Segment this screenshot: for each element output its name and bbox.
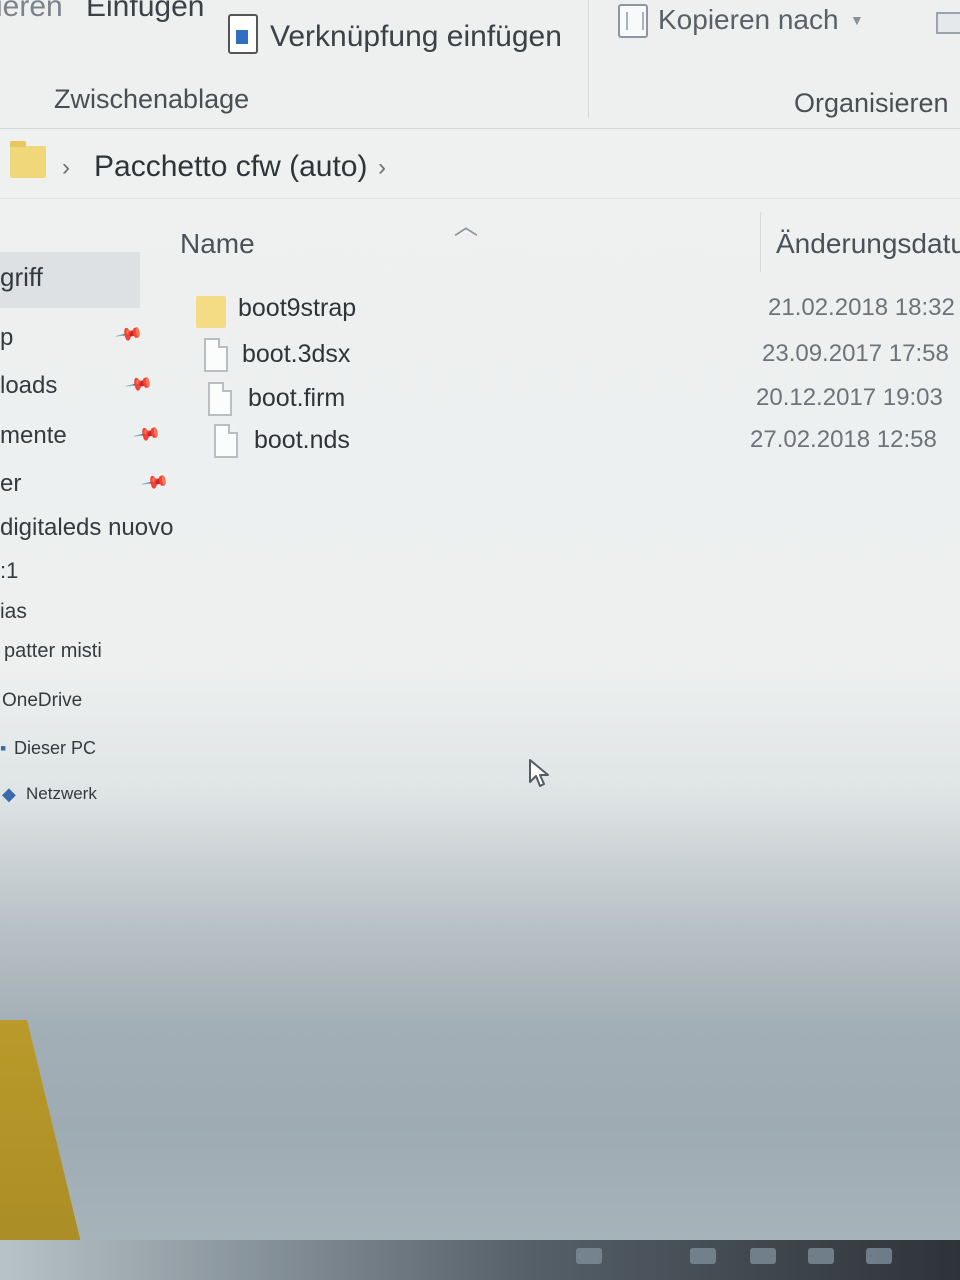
nav-item-pictures[interactable]: er: [0, 470, 21, 498]
nav-item-documents[interactable]: mente: [0, 422, 67, 450]
nav-item-downloads[interactable]: loads: [0, 372, 57, 400]
nav-item-folder[interactable]: ias: [0, 600, 27, 624]
mouse-cursor-icon: [529, 759, 549, 787]
paste-shortcut-button[interactable]: Verknüpfung einfügen: [270, 20, 562, 54]
sort-ascending-icon: ︿: [454, 213, 478, 240]
ribbon-divider: [588, 0, 589, 118]
taskbar-app-icon[interactable]: [866, 1248, 892, 1264]
chevron-right-icon[interactable]: ›: [378, 154, 386, 182]
copy-to-icon: [618, 4, 648, 38]
nav-item-desktop[interactable]: p: [0, 324, 13, 352]
pin-icon[interactable]: 📌: [140, 467, 171, 497]
column-header-name[interactable]: Name: [180, 228, 255, 260]
nav-item-this-pc[interactable]: Dieser PC: [14, 738, 96, 759]
list-item[interactable]: boot9strap 21.02.2018 18:32: [196, 292, 956, 332]
file-icon: [208, 382, 232, 416]
folder-icon: [196, 296, 226, 328]
organize-group-label: Organisieren: [794, 88, 949, 118]
nav-item-patter-misti[interactable]: patter misti: [4, 640, 102, 663]
breadcrumb[interactable]: Pacchetto cfw (auto): [94, 150, 367, 184]
pin-icon[interactable]: 📌: [114, 319, 145, 349]
file-date: 27.02.2018 12:58: [750, 426, 937, 453]
clipboard-group-label: Zwischenablage: [54, 84, 250, 114]
taskbar-app-icon[interactable]: [750, 1248, 776, 1264]
list-item[interactable]: boot.firm 20.12.2017 19:03: [208, 382, 948, 422]
paste-shortcut-icon: [228, 14, 258, 54]
nav-item-onedrive[interactable]: OneDrive: [2, 690, 82, 712]
list-item[interactable]: boot.nds 27.02.2018 12:58: [214, 424, 944, 464]
pin-icon[interactable]: 📌: [124, 369, 155, 399]
file-name[interactable]: boot.nds: [254, 426, 350, 455]
pin-icon[interactable]: 📌: [132, 419, 163, 449]
file-name[interactable]: boot.firm: [248, 384, 345, 413]
file-icon: [204, 338, 228, 372]
folder-icon: [10, 141, 46, 178]
taskbar-app-icon[interactable]: [576, 1248, 602, 1264]
chevron-right-icon[interactable]: ›: [62, 154, 70, 182]
file-date: 23.09.2017 17:58: [762, 340, 949, 367]
file-date: 20.12.2017 19:03: [756, 384, 943, 411]
file-name[interactable]: boot.3dsx: [242, 340, 350, 369]
nav-item-folder[interactable]: :1: [0, 558, 18, 584]
nav-item-quick-access[interactable]: griff: [0, 262, 43, 293]
list-item[interactable]: boot.3dsx 23.09.2017 17:58: [204, 338, 954, 378]
column-divider[interactable]: [760, 212, 761, 272]
network-icon: ◆: [2, 784, 16, 804]
ribbon: ieren Einfügen Verknüpfung einfügen Kopi…: [0, 0, 960, 129]
taskbar-app-icon[interactable]: [690, 1248, 716, 1264]
nav-item-digitaleds[interactable]: digitaleds nuovo: [0, 514, 173, 542]
move-to-icon[interactable]: [936, 12, 960, 34]
column-header-modified[interactable]: Änderungsdatu: [776, 228, 960, 260]
copy-to-button[interactable]: Kopieren nach: [658, 4, 839, 36]
insert-button[interactable]: Einfügen: [86, 0, 204, 24]
paste-button-partial[interactable]: ieren: [0, 0, 63, 24]
chevron-down-icon[interactable]: ▼: [850, 12, 864, 28]
address-bar[interactable]: › Pacchetto cfw (auto) ›: [0, 130, 960, 199]
file-name[interactable]: boot9strap: [238, 294, 356, 323]
file-icon: [214, 424, 238, 458]
computer-icon: ▪: [0, 738, 7, 758]
nav-item-network[interactable]: Netzwerk: [26, 784, 97, 804]
taskbar-app-icon[interactable]: [808, 1248, 834, 1264]
file-date: 21.02.2018 18:32: [768, 294, 955, 321]
